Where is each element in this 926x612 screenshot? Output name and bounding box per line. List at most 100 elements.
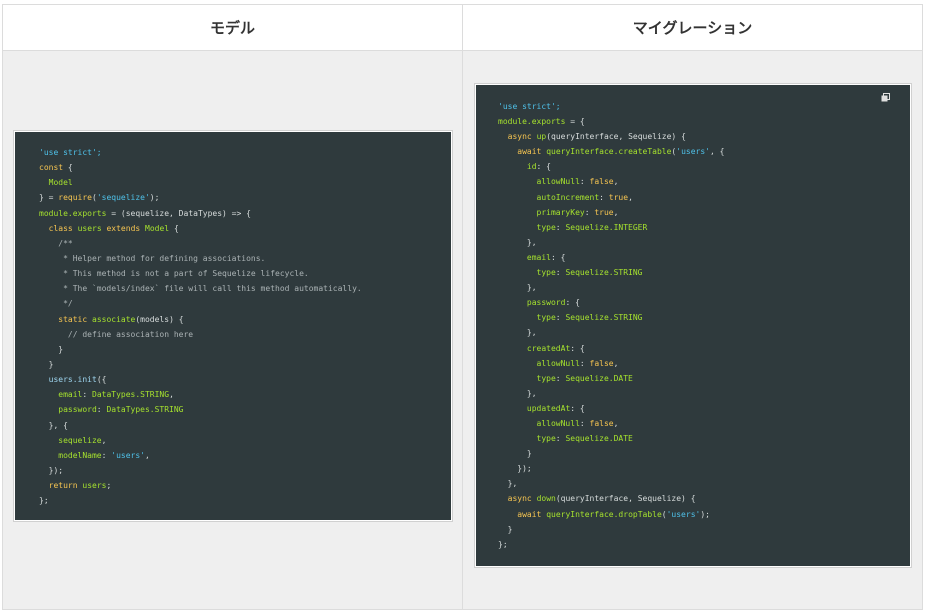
code-token: :	[579, 177, 590, 187]
code-line: * Helper method for defining association…	[39, 251, 451, 266]
migration-code: 'use strict'; module.exports = { async up…	[498, 99, 910, 552]
code-line: const {	[39, 160, 451, 175]
code-token: },	[498, 479, 518, 489]
code-line: primaryKey: true,	[498, 205, 910, 220]
code-line: };	[39, 493, 451, 508]
code-token: );	[700, 509, 710, 519]
code-line: }	[39, 357, 451, 372]
code-line: async down(queryInterface, Sequelize) {	[498, 491, 910, 506]
code-token: }	[39, 359, 54, 369]
code-token: await	[517, 509, 542, 519]
code-token: Model	[145, 223, 170, 233]
code-token: type	[536, 268, 556, 278]
code-token: Sequelize.STRING	[565, 313, 643, 323]
code-line: 'use strict';	[39, 145, 451, 160]
code-line: static associate(models) {	[39, 312, 451, 327]
code-token: Sequelize.DATE	[565, 434, 633, 444]
code-token: true	[594, 207, 614, 217]
code-token: :	[579, 418, 590, 428]
code-token: allowNull	[536, 418, 580, 428]
code-token: allowNull	[536, 358, 580, 368]
code-token: module.exports	[39, 208, 107, 218]
code-line: type: Sequelize.DATE	[498, 431, 910, 446]
model-code-block: 'use strict'; const { Model} = require('s…	[14, 131, 452, 521]
code-line: };	[498, 537, 910, 552]
code-line: email: DataTypes.STRING,	[39, 387, 451, 402]
code-token: queryInterface.createTable	[546, 147, 672, 157]
code-token: DataTypes.STRING	[92, 390, 170, 400]
code-token: },	[498, 237, 537, 247]
code-token: type	[536, 222, 556, 232]
code-token: Model	[48, 178, 73, 188]
code-line: password: DataTypes.STRING	[39, 402, 451, 417]
code-token: }	[39, 344, 64, 354]
code-token: : {	[551, 252, 566, 262]
code-line: users.init({	[39, 372, 451, 387]
code-line: sequelize,	[39, 433, 451, 448]
code-line: updatedAt: {	[498, 401, 910, 416]
code-token: }	[498, 449, 532, 459]
code-token: false	[589, 177, 614, 187]
code-token: :	[584, 207, 595, 217]
code-token: :	[555, 268, 566, 278]
code-token: ;	[106, 481, 112, 491]
code-token: sequelize	[58, 435, 102, 445]
code-token: await	[517, 147, 542, 157]
code-token: false	[589, 418, 614, 428]
code-token: : {	[536, 162, 551, 172]
model-cell: 'use strict'; const { Model} = require('s…	[3, 51, 463, 609]
code-token: static	[58, 314, 88, 324]
code-line: Model	[39, 175, 451, 190]
code-token: }, {	[39, 420, 68, 430]
code-token: (queryInterface, Sequelize) {	[555, 494, 696, 504]
code-token: /**	[39, 238, 73, 248]
migration-code-block: 'use strict'; module.exports = { async up…	[475, 84, 911, 567]
code-token: });	[39, 465, 64, 475]
copy-icon[interactable]	[881, 93, 890, 102]
code-token: };	[498, 539, 508, 549]
code-token: 'use strict';	[39, 148, 102, 157]
code-token: :	[555, 222, 566, 232]
migration-cell: 'use strict'; module.exports = { async up…	[463, 51, 922, 609]
code-token: ,	[628, 192, 633, 202]
code-token: ,	[613, 358, 619, 368]
code-line: }	[498, 446, 910, 461]
code-line: return users;	[39, 478, 451, 493]
code-token: Sequelize.DATE	[565, 373, 633, 383]
model-code: 'use strict'; const { Model} = require('s…	[39, 145, 451, 508]
code-line: type: Sequelize.INTEGER	[498, 220, 910, 235]
code-token: :	[101, 450, 112, 460]
code-token: email	[526, 252, 551, 262]
code-token: :	[555, 313, 566, 323]
code-token: up	[536, 132, 547, 142]
code-token: },	[498, 388, 537, 398]
code-token: Sequelize.STRING	[565, 268, 643, 278]
code-token: modelName	[58, 450, 102, 460]
code-line: },	[498, 325, 910, 340]
code-line: class users extends Model {	[39, 221, 451, 236]
header-model: モデル	[3, 5, 463, 51]
code-token: :	[579, 358, 590, 368]
code-token: 'users'	[666, 509, 701, 519]
code-token: 'users'	[676, 147, 710, 157]
code-token: };	[39, 496, 49, 506]
code-token: = {	[565, 117, 585, 127]
